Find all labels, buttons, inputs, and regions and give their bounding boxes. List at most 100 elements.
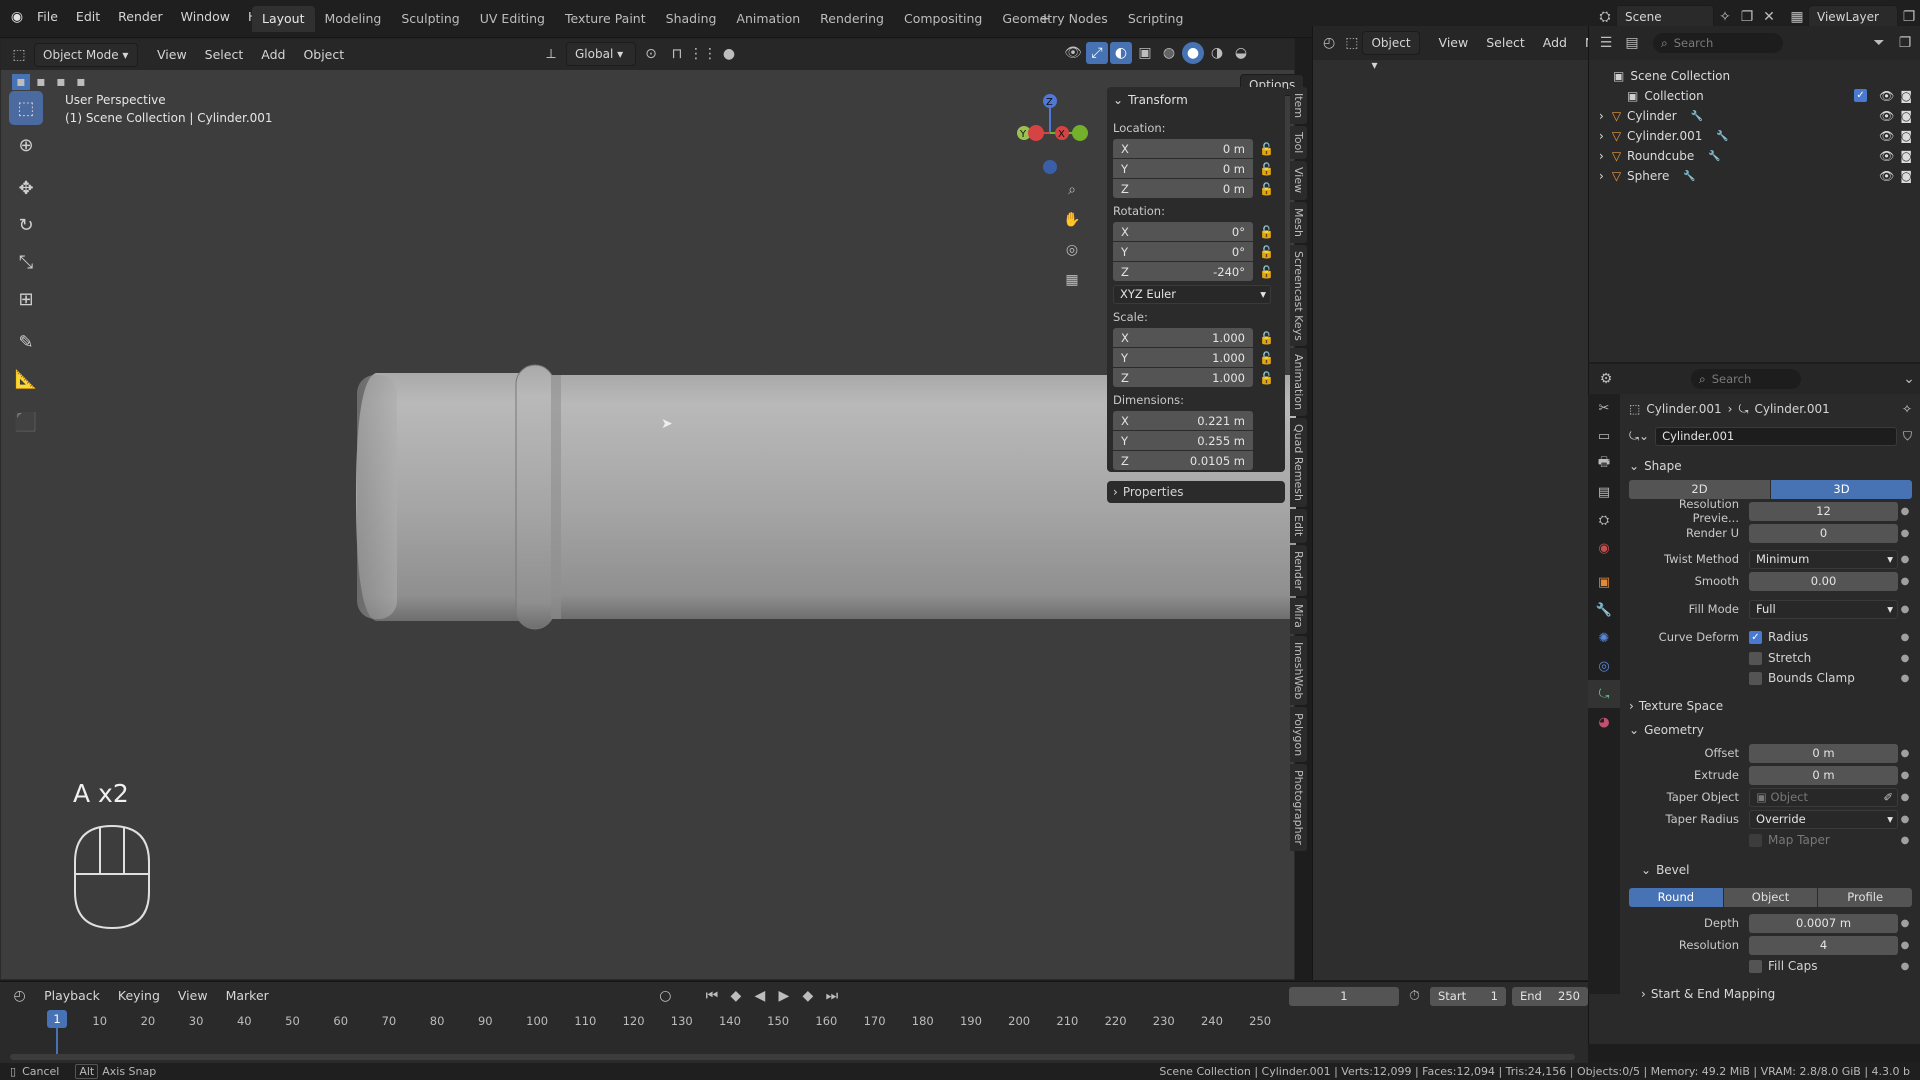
eye-icon[interactable]: 👁: [1879, 169, 1894, 183]
jump-start-icon[interactable]: ⏮: [701, 985, 723, 1007]
timeline-menu-playback[interactable]: Playback: [35, 983, 109, 1009]
keyframe-dot-icon[interactable]: ●: [1898, 604, 1912, 615]
add-cube-icon[interactable]: ⬛: [9, 405, 43, 439]
tab-shading[interactable]: Shading: [656, 6, 727, 32]
scale-z-field[interactable]: Z 1.000: [1113, 368, 1253, 387]
tab-sculpting[interactable]: Sculpting: [391, 6, 469, 32]
sidebar-tab-imeshweb[interactable]: ImeshWeb: [1290, 635, 1307, 706]
timeline-menu-keying[interactable]: Keying: [109, 983, 169, 1009]
bevel-mode-profile[interactable]: Profile: [1818, 887, 1913, 907]
resolution-preview-field[interactable]: 12: [1749, 501, 1898, 521]
offset-field[interactable]: 0 m: [1749, 743, 1898, 763]
tool-tab-icon[interactable]: ✂: [1588, 394, 1620, 422]
rendered-shading-icon[interactable]: ◒: [1230, 42, 1252, 64]
lock-icon[interactable]: 🔓: [1259, 162, 1274, 176]
start-frame-field[interactable]: Start 1: [1430, 986, 1506, 1006]
menu-file[interactable]: File: [28, 4, 67, 30]
keyframe-dot-icon[interactable]: ●: [1898, 554, 1912, 565]
scene-icon[interactable]: ⛭: [1594, 6, 1616, 28]
particles-tab-icon[interactable]: ✺: [1588, 624, 1620, 652]
eye-icon[interactable]: 👁: [1879, 129, 1894, 143]
snap-target-icon[interactable]: ⋮⋮: [689, 43, 717, 65]
lock-icon[interactable]: 🔓: [1259, 142, 1274, 156]
orientation-selector[interactable]: Global ▾: [566, 42, 636, 66]
sidebar-tab-photographer[interactable]: Photographer: [1290, 764, 1307, 852]
curve-data-tab-icon[interactable]: ⤿: [1588, 680, 1620, 708]
camera-view-icon[interactable]: ◎: [1061, 239, 1083, 261]
fill-caps-checkbox[interactable]: [1749, 959, 1762, 973]
zoom-icon[interactable]: ⌕: [1061, 179, 1083, 201]
camera-icon[interactable]: ◙: [1900, 169, 1912, 183]
outliner-collection[interactable]: ▣ Collection ✓ 👁 ◙: [1613, 86, 1912, 106]
blender-logo-icon[interactable]: ◉: [6, 6, 28, 28]
editor-menu-add[interactable]: Add: [1534, 30, 1576, 56]
timeline-menu-marker[interactable]: Marker: [217, 983, 278, 1009]
lock-icon[interactable]: 🔓: [1259, 351, 1274, 365]
keyframe-dot-icon[interactable]: ●: [1898, 814, 1912, 825]
bevel-mode-object[interactable]: Object: [1723, 887, 1818, 907]
modifier-icon[interactable]: 🔧: [1716, 131, 1728, 142]
timeline-menu-view[interactable]: View: [169, 983, 217, 1009]
image-editor-area[interactable]: ◴ ⬚ Object ▾ ViewSelectAddNo: [1312, 26, 1602, 980]
object-type-icon[interactable]: ⬚: [1345, 32, 1358, 54]
fake-user-icon[interactable]: ⛉: [1903, 429, 1912, 444]
shape-section-header[interactable]: ⌄ Shape: [1629, 454, 1912, 478]
lock-icon[interactable]: 🔓: [1259, 182, 1274, 196]
collapse-icon[interactable]: ⌄: [1113, 93, 1123, 107]
location-z-field[interactable]: Z 0 m: [1113, 179, 1253, 198]
keyframe-dot-icon[interactable]: ●: [1898, 632, 1912, 643]
select-extend-icon[interactable]: ▪: [32, 74, 50, 90]
physics-tab-icon[interactable]: ◎: [1588, 652, 1620, 680]
keyframe-dot-icon[interactable]: ●: [1898, 748, 1912, 759]
move-icon[interactable]: ✥: [9, 171, 43, 205]
collection-checkbox[interactable]: ✓: [1854, 89, 1868, 102]
lock-icon[interactable]: 🔓: [1259, 371, 1274, 385]
outliner-search[interactable]: ⌕ Search: [1653, 33, 1783, 53]
editor-type-icon-2[interactable]: ◴: [1323, 32, 1335, 54]
proportional-edit-icon[interactable]: ●: [718, 43, 740, 65]
tab-rendering[interactable]: Rendering: [810, 6, 894, 32]
material-tab-icon[interactable]: ◕: [1588, 708, 1620, 736]
viewport-menu-view[interactable]: View: [148, 42, 196, 68]
measure-icon[interactable]: 📐: [9, 362, 43, 396]
tab-compositing[interactable]: Compositing: [894, 6, 992, 32]
stretch-checkbox[interactable]: [1749, 651, 1762, 665]
outliner-type-icon[interactable]: ☰: [1595, 32, 1617, 54]
timeline-scrollbar[interactable]: [10, 1054, 1575, 1060]
menu-window[interactable]: Window: [172, 4, 239, 30]
lock-icon[interactable]: 🔓: [1259, 331, 1274, 345]
keyframe-dot-icon[interactable]: ●: [1898, 653, 1912, 664]
add-workspace-icon[interactable]: +: [1034, 8, 1056, 30]
filter-icon[interactable]: ⏷: [1868, 32, 1890, 54]
view-layer-tab-icon[interactable]: ▤: [1588, 478, 1620, 506]
select-box-icon[interactable]: ⬚: [9, 91, 43, 125]
sidebar-tab-animation[interactable]: Animation: [1290, 348, 1307, 417]
sidebar-tab-render[interactable]: Render: [1290, 544, 1307, 596]
camera-icon[interactable]: ◙: [1900, 129, 1912, 143]
select-new-icon[interactable]: ▪: [12, 74, 30, 90]
dimensions-x-field[interactable]: X 0.221 m: [1113, 411, 1253, 430]
world-tab-icon[interactable]: ◉: [1588, 534, 1620, 562]
dimensions-z-field[interactable]: Z 0.0105 m: [1113, 451, 1253, 470]
2d-toggle[interactable]: 2D: [1629, 479, 1770, 499]
depth-field[interactable]: 0.0007 m: [1749, 913, 1898, 933]
modifier-icon[interactable]: 🔧: [1683, 171, 1695, 182]
pan-hand-icon[interactable]: ✋: [1061, 209, 1083, 231]
outliner-scene-collection[interactable]: ▣ Scene Collection: [1613, 66, 1912, 86]
scene-tab-icon[interactable]: ⛭: [1588, 506, 1620, 534]
next-keyframe-icon[interactable]: ◆: [797, 985, 819, 1007]
fill-mode-select[interactable]: Full ▾: [1749, 599, 1898, 619]
gizmo-toggle-icon[interactable]: ⤢: [1086, 42, 1108, 64]
modifier-tab-icon[interactable]: 🔧: [1588, 596, 1620, 624]
menu-render[interactable]: Render: [109, 4, 172, 30]
scale-y-field[interactable]: Y 1.000: [1113, 348, 1253, 367]
keyframe-dot-icon[interactable]: ●: [1898, 673, 1912, 684]
visibility-icon[interactable]: 👁: [1062, 42, 1084, 64]
pin-icon[interactable]: ✧: [1902, 402, 1912, 416]
render-tab-icon[interactable]: ▭: [1588, 422, 1620, 450]
tab-uv-editing[interactable]: UV Editing: [470, 6, 555, 32]
editor-type-icon[interactable]: ⬚: [8, 44, 30, 66]
pivot-icon[interactable]: ⊙: [640, 43, 662, 65]
map-taper-checkbox[interactable]: [1749, 833, 1762, 847]
sidebar-tab-polygon[interactable]: Polygon: [1290, 707, 1307, 763]
